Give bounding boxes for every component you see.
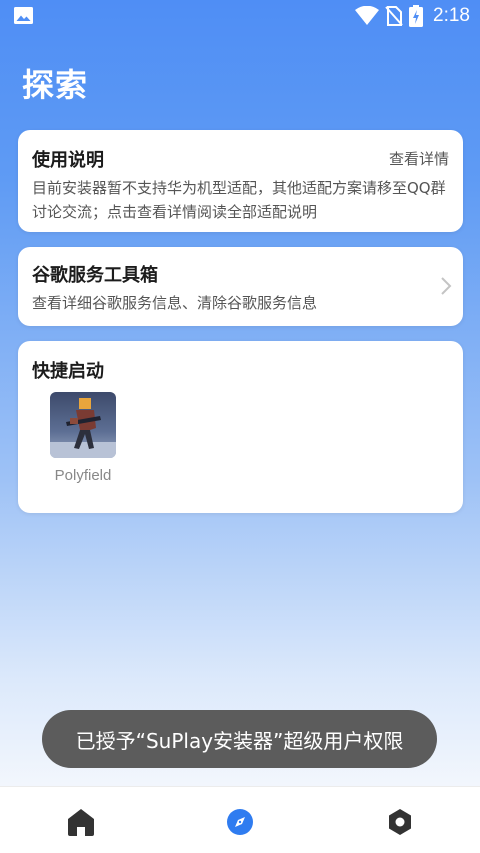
status-time: 2:18: [433, 5, 470, 26]
quick-launch-title: 快捷启动: [32, 361, 104, 382]
app-tile-polyfield[interactable]: Polyfield: [50, 392, 118, 484]
page-title: 探索: [22, 66, 89, 104]
toast-message: 已授予“SuPlay安装器”超级用户权限: [42, 710, 437, 768]
battery-charging-icon: [409, 5, 424, 27]
view-details-link[interactable]: 查看详情: [389, 148, 449, 169]
status-bar: 2:18: [0, 0, 480, 32]
usage-card-title: 使用说明: [32, 150, 104, 171]
wifi-icon: [355, 6, 380, 25]
bottom-nav: [0, 786, 480, 853]
hexagon-settings-icon[interactable]: [385, 807, 415, 837]
usage-card-description: 目前安装器暂不支持华为机型适配，其他适配方案请移至QQ群讨论交流；点击查看详情阅…: [32, 179, 446, 221]
polyfield-app-icon: [50, 392, 116, 458]
quick-launch-card: 快捷启动 Polyfield: [18, 341, 463, 513]
image-icon: [14, 7, 33, 24]
usage-card[interactable]: 使用说明 查看详情 目前安装器暂不支持华为机型适配，其他适配方案请移至QQ群讨论…: [18, 130, 463, 232]
gms-card-description: 查看详细谷歌服务信息、清除谷歌服务信息: [32, 294, 318, 312]
home-icon[interactable]: [66, 807, 96, 837]
gms-card-title: 谷歌服务工具箱: [32, 265, 158, 286]
no-sim-icon: [385, 6, 403, 26]
google-services-toolbox-card[interactable]: 谷歌服务工具箱 查看详细谷歌服务信息、清除谷歌服务信息: [18, 247, 463, 326]
chevron-right-icon: [441, 277, 452, 295]
app-label: Polyfield: [54, 467, 112, 484]
compass-icon[interactable]: [225, 807, 255, 837]
